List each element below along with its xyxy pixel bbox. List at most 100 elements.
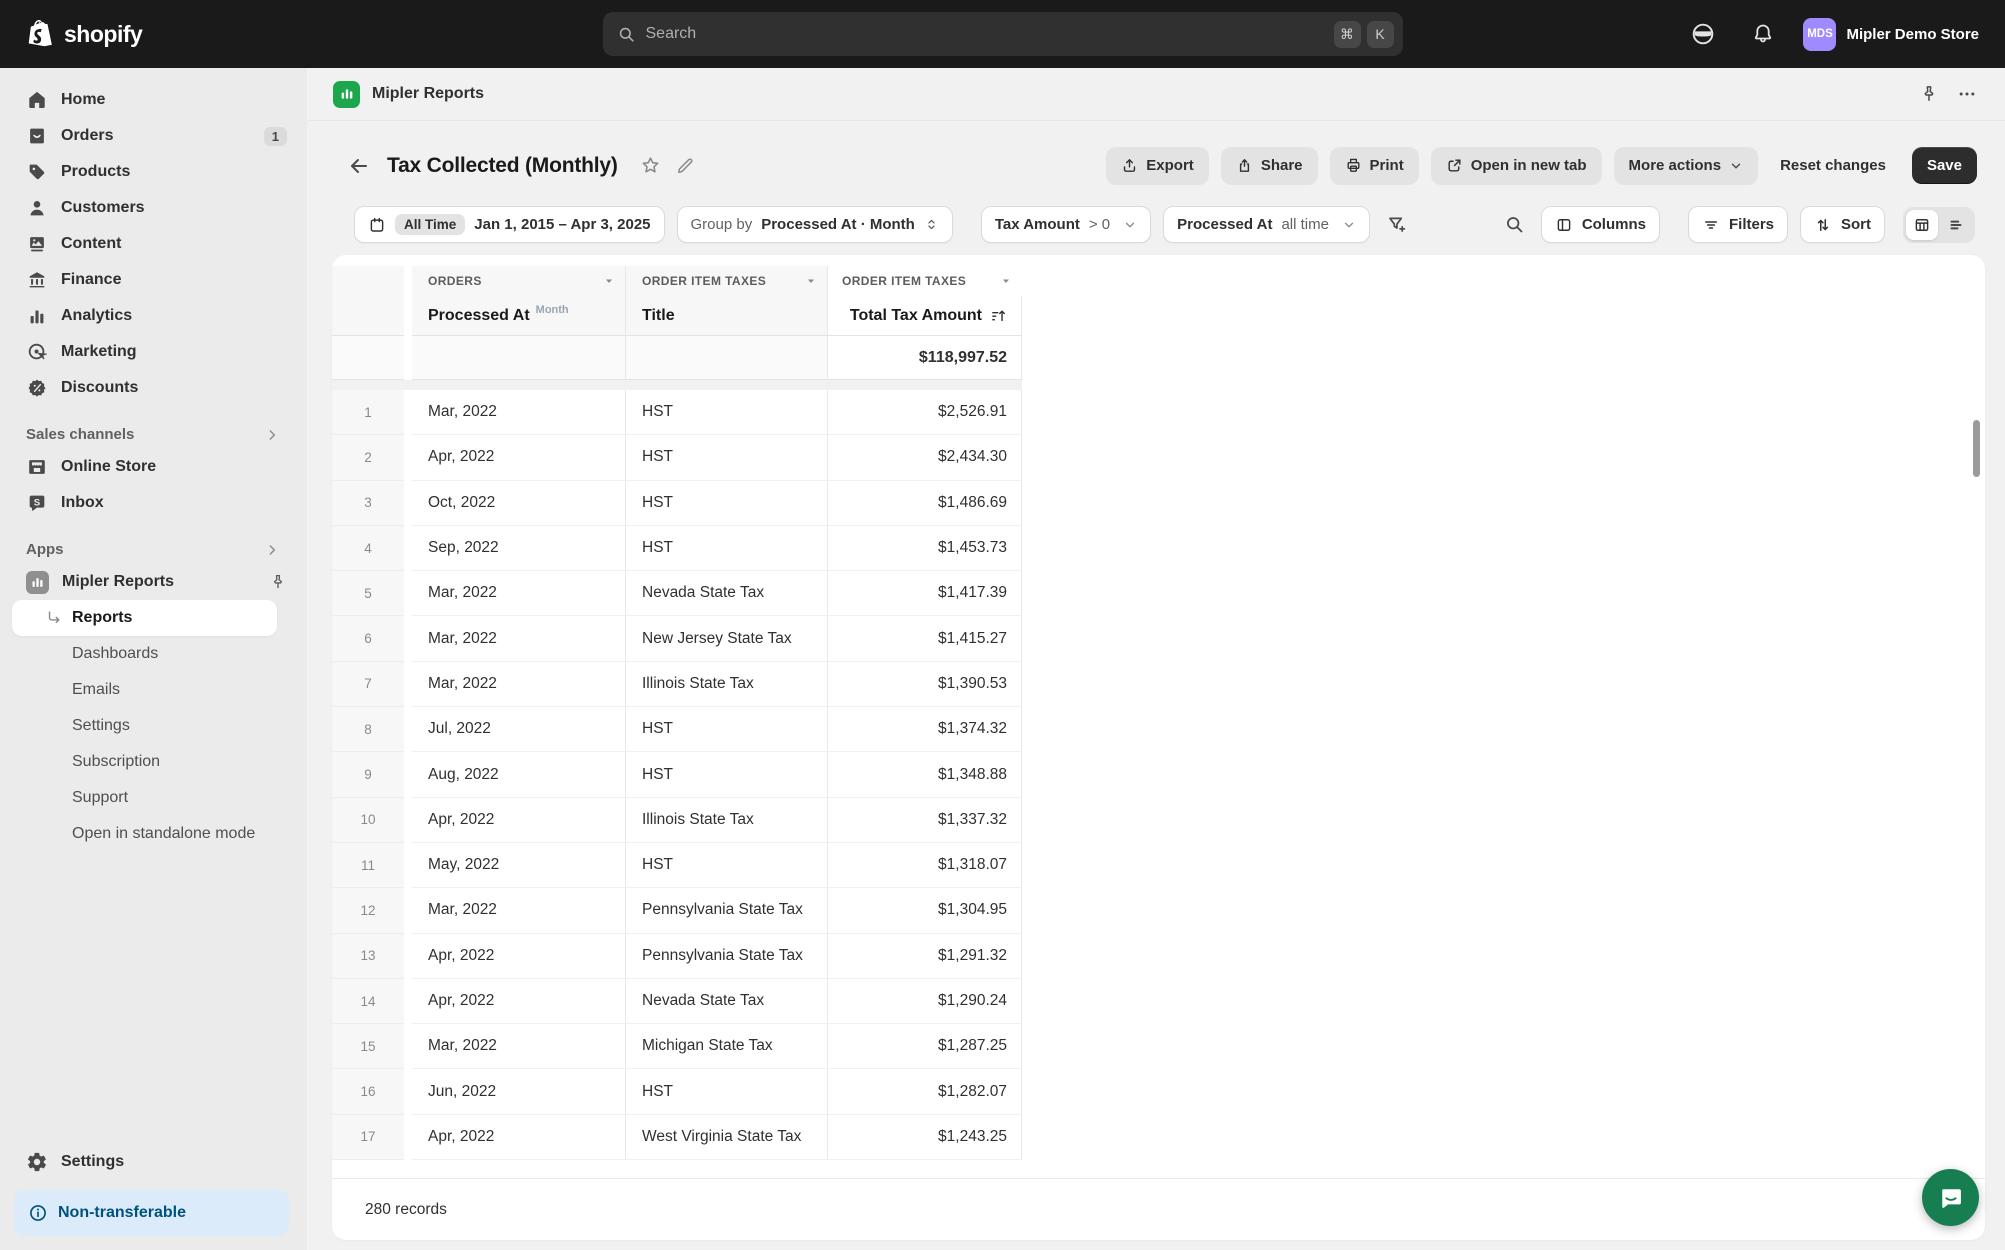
open-in-new-tab-button[interactable]: Open in new tab [1431, 147, 1602, 184]
cell-total-tax-amount[interactable]: $1,337.32 [828, 798, 1022, 843]
cell-total-tax-amount[interactable]: $1,287.25 [828, 1024, 1022, 1069]
table-view-toggle[interactable] [1906, 210, 1938, 240]
cell-total-tax-amount[interactable]: $1,486.69 [828, 481, 1022, 526]
store-menu[interactable]: MDS Mipler Demo Store [1803, 18, 1979, 51]
sidebar-item-home[interactable]: Home [12, 82, 297, 118]
cell-total-tax-amount[interactable]: $1,282.07 [828, 1069, 1022, 1114]
cell-total-tax-amount[interactable]: $1,415.27 [828, 616, 1022, 661]
chat-launcher-button[interactable] [1922, 1169, 1979, 1226]
shopify-logo[interactable]: shopify [26, 18, 142, 50]
cell-tax-title[interactable]: HST [626, 481, 828, 526]
table-row[interactable]: 3 Oct, 2022 HST $1,486.69 [332, 481, 1022, 526]
column-header-title[interactable]: Title [626, 296, 828, 336]
table-row[interactable]: 8 Jul, 2022 HST $1,374.32 [332, 707, 1022, 752]
sidebar-item-orders[interactable]: Orders 1 [12, 118, 297, 154]
favorite-star-icon[interactable] [640, 155, 661, 176]
cell-total-tax-amount[interactable]: $1,243.25 [828, 1115, 1022, 1160]
cell-tax-title[interactable]: Nevada State Tax [626, 979, 828, 1024]
vertical-scrollbar[interactable] [1973, 420, 1980, 477]
sidekick-icon[interactable] [1683, 14, 1723, 54]
group-header-orders[interactable]: ORDERS [412, 266, 626, 296]
non-transferable-banner[interactable]: Non-transferable [14, 1190, 289, 1236]
cell-processed-at[interactable]: Mar, 2022 [412, 571, 626, 616]
pin-icon[interactable] [269, 573, 287, 591]
table-row[interactable]: 12 Mar, 2022 Pennsylvania State Tax $1,3… [332, 888, 1022, 933]
columns-button[interactable]: Columns [1541, 206, 1660, 243]
date-range-picker[interactable]: All Time Jan 1, 2015 – Apr 3, 2025 [354, 206, 665, 243]
sidebar-subitem-dashboards[interactable]: Dashboards [12, 636, 297, 672]
table-row[interactable]: 13 Apr, 2022 Pennsylvania State Tax $1,2… [332, 934, 1022, 979]
sidebar-item-analytics[interactable]: Analytics [12, 298, 297, 334]
sort-button[interactable]: Sort [1800, 206, 1885, 243]
cell-processed-at[interactable]: Apr, 2022 [412, 1115, 626, 1160]
table-row[interactable]: 9 Aug, 2022 HST $1,348.88 [332, 752, 1022, 797]
processed-at-filter[interactable]: Processed At all time [1163, 206, 1370, 243]
cell-total-tax-amount[interactable]: $1,318.07 [828, 843, 1022, 888]
cell-processed-at[interactable]: Jun, 2022 [412, 1069, 626, 1114]
edit-pencil-icon[interactable] [675, 155, 695, 176]
cell-total-tax-amount[interactable]: $1,290.24 [828, 979, 1022, 1024]
table-row[interactable]: 6 Mar, 2022 New Jersey State Tax $1,415.… [332, 616, 1022, 661]
cell-processed-at[interactable]: Sep, 2022 [412, 526, 626, 571]
column-header-total-tax-amount[interactable]: Total Tax Amount [828, 296, 1022, 336]
cell-processed-at[interactable]: Apr, 2022 [412, 798, 626, 843]
cell-processed-at[interactable]: Mar, 2022 [412, 888, 626, 933]
table-row[interactable]: 5 Mar, 2022 Nevada State Tax $1,417.39 [332, 571, 1022, 616]
table-row[interactable]: 11 May, 2022 HST $1,318.07 [332, 843, 1022, 888]
group-by-select[interactable]: Group by Processed At · Month [677, 206, 953, 243]
more-options-icon[interactable] [1957, 84, 1977, 104]
cell-total-tax-amount[interactable]: $1,417.39 [828, 571, 1022, 616]
summary-view-toggle[interactable] [1940, 210, 1972, 240]
cell-tax-title[interactable]: HST [626, 752, 828, 797]
table-row[interactable]: 7 Mar, 2022 Illinois State Tax $1,390.53 [332, 662, 1022, 707]
more-actions-button[interactable]: More actions [1614, 147, 1759, 184]
table-row[interactable]: 16 Jun, 2022 HST $1,282.07 [332, 1069, 1022, 1114]
cell-total-tax-amount[interactable]: $2,434.30 [828, 435, 1022, 480]
cell-tax-title[interactable]: HST [626, 435, 828, 480]
cell-tax-title[interactable]: Pennsylvania State Tax [626, 934, 828, 979]
sidebar-item-finance[interactable]: Finance [12, 262, 297, 298]
cell-processed-at[interactable]: Mar, 2022 [412, 616, 626, 661]
reset-changes-button[interactable]: Reset changes [1770, 147, 1896, 184]
cell-processed-at[interactable]: Apr, 2022 [412, 934, 626, 979]
cell-tax-title[interactable]: Illinois State Tax [626, 662, 828, 707]
sidebar-item-marketing[interactable]: Marketing [12, 334, 297, 370]
cell-processed-at[interactable]: Apr, 2022 [412, 435, 626, 480]
sidebar-subitem-subscription[interactable]: Subscription [12, 744, 297, 780]
cell-total-tax-amount[interactable]: $2,526.91 [828, 390, 1022, 435]
sidebar-subitem-standalone[interactable]: Open in standalone mode [12, 816, 297, 852]
table-row[interactable]: 2 Apr, 2022 HST $2,434.30 [332, 435, 1022, 480]
cell-tax-title[interactable]: Illinois State Tax [626, 798, 828, 843]
filters-button[interactable]: Filters [1688, 206, 1788, 243]
cell-tax-title[interactable]: HST [626, 526, 828, 571]
cell-tax-title[interactable]: Michigan State Tax [626, 1024, 828, 1069]
table-row[interactable]: 14 Apr, 2022 Nevada State Tax $1,290.24 [332, 979, 1022, 1024]
sidebar-item-discounts[interactable]: Discounts [12, 370, 297, 406]
apps-header[interactable]: Apps [26, 541, 291, 558]
cell-total-tax-amount[interactable]: $1,390.53 [828, 662, 1022, 707]
sidebar-item-products[interactable]: Products [12, 154, 297, 190]
group-header-order-item-taxes[interactable]: ORDER ITEM TAXES [626, 266, 828, 296]
cell-total-tax-amount[interactable]: $1,304.95 [828, 888, 1022, 933]
cell-tax-title[interactable]: HST [626, 843, 828, 888]
cell-processed-at[interactable]: Mar, 2022 [412, 1024, 626, 1069]
export-button[interactable]: Export [1106, 147, 1209, 184]
cell-tax-title[interactable]: HST [626, 707, 828, 752]
add-filter-funnel-icon[interactable] [1382, 210, 1411, 239]
save-button[interactable]: Save [1912, 147, 1977, 184]
cell-processed-at[interactable]: Aug, 2022 [412, 752, 626, 797]
table-row[interactable]: 10 Apr, 2022 Illinois State Tax $1,337.3… [332, 798, 1022, 843]
cell-total-tax-amount[interactable]: $1,374.32 [828, 707, 1022, 752]
sidebar-item-content[interactable]: Content [12, 226, 297, 262]
cell-total-tax-amount[interactable]: $1,453.73 [828, 526, 1022, 571]
sidebar-subitem-settings[interactable]: Settings [12, 708, 297, 744]
sidebar-subitem-reports[interactable]: Reports [12, 600, 277, 636]
pin-icon[interactable] [1919, 84, 1939, 104]
table-row[interactable]: 4 Sep, 2022 HST $1,453.73 [332, 526, 1022, 571]
notifications-bell-icon[interactable] [1743, 14, 1783, 54]
sidebar-subitem-emails[interactable]: Emails [12, 672, 297, 708]
cell-tax-title[interactable]: West Virginia State Tax [626, 1115, 828, 1160]
group-header-order-item-taxes-2[interactable]: ORDER ITEM TAXES [828, 266, 1022, 296]
back-arrow-icon[interactable] [347, 154, 371, 178]
share-button[interactable]: Share [1221, 147, 1318, 184]
